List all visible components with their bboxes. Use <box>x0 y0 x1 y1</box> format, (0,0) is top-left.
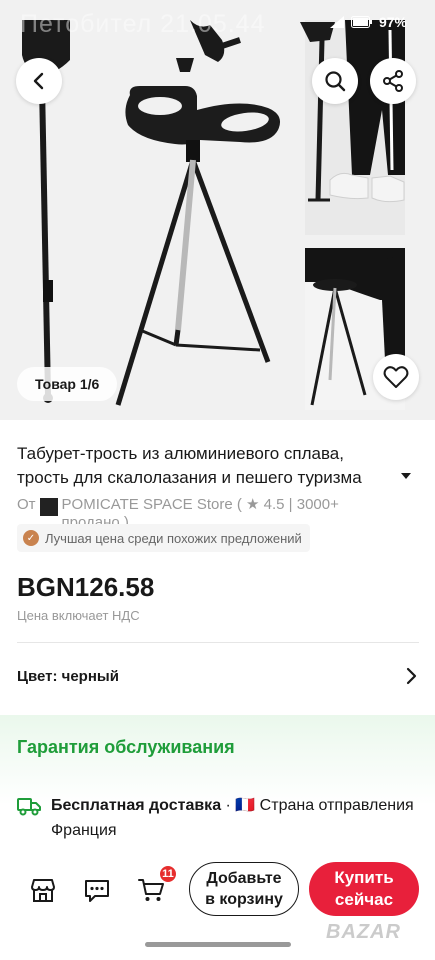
buy-now-button[interactable]: Купить сейчас <box>309 862 419 916</box>
buy-now-line1: Купить <box>334 868 394 887</box>
search-button[interactable] <box>312 58 358 104</box>
watermark: BAZAR <box>326 921 401 943</box>
divider <box>17 642 419 643</box>
add-to-cart-label: Добавьте в корзину <box>205 868 283 910</box>
chat-button[interactable] <box>81 874 113 906</box>
chat-icon <box>85 880 109 902</box>
best-price-text: Лучшая цена среди похожих предложений <box>45 530 302 546</box>
battery-icon <box>350 16 372 28</box>
buy-now-label: Купить сейчас <box>334 867 393 911</box>
add-to-cart-line2: в корзину <box>205 891 283 908</box>
favorite-button[interactable] <box>373 354 419 400</box>
best-price-badge: ✓ Лучшая цена среди похожих предложений <box>17 524 310 552</box>
store-icon <box>31 879 55 902</box>
chevron-right-icon <box>406 667 417 685</box>
search-icon <box>325 71 346 92</box>
store-name-rating: POMICATE SPACE Store ( ★ 4.5 | 3000+ про… <box>61 496 339 524</box>
product-image <box>22 20 405 410</box>
status-indicators: 97% <box>329 14 407 30</box>
image-pager: Товар 1/6 <box>17 367 118 401</box>
product-title-line1: Табурет-трость из алюминиевого сплава, <box>17 444 344 463</box>
status-bar: Петобител 21.05.44 97% <box>0 8 435 40</box>
service-guarantee[interactable]: Гарантия обслуживания Бесплатная доставк… <box>0 715 435 865</box>
signal-icon <box>329 16 344 28</box>
store-link[interactable]: От POMICATE SPACE Store ( ★ 4.5 | 3000+ … <box>17 496 417 524</box>
product-image-gallery[interactable]: Петобител 21.05.44 97% Товар 1/6 <box>0 0 435 420</box>
guarantee-title: Гарантия обслуживания <box>17 737 235 757</box>
back-arrow-icon <box>33 72 44 90</box>
badge-seal-icon: ✓ <box>23 530 39 546</box>
color-selector[interactable]: Цвет: черный <box>17 664 419 688</box>
status-title-overlay: Петобител 21.05.44 <box>20 10 266 38</box>
buy-now-line2: сейчас <box>334 890 394 909</box>
store-prefix: От <box>17 496 36 513</box>
store-logo <box>39 498 58 516</box>
bottom-action-bar: 11 Добавьте в корзину Купить сейчас <box>0 858 435 920</box>
battery-percent: 97% <box>378 14 407 30</box>
add-to-cart-button[interactable]: Добавьте в корзину <box>189 862 299 916</box>
heart-icon <box>383 366 409 388</box>
store-button[interactable] <box>27 874 59 906</box>
color-label: Цвет: черный <box>17 667 119 685</box>
share-icon <box>383 70 403 92</box>
delivery-truck-icon <box>17 798 41 816</box>
home-indicator[interactable] <box>145 942 291 947</box>
product-title: Табурет-трость из алюминиевого сплава, т… <box>17 442 412 490</box>
cart-count-badge: 11 <box>158 864 178 884</box>
add-to-cart-line1: Добавьте <box>206 870 282 887</box>
shipping-text: Бесплатная доставка · 🇫🇷 Страна отправле… <box>51 793 417 843</box>
product-price: BGN126.58 <box>17 572 155 602</box>
vat-note: Цена включает НДС <box>17 608 140 623</box>
back-button[interactable] <box>16 58 62 104</box>
product-title-line2: трость для скалолазания и пешего туризма <box>17 468 362 487</box>
free-shipping-label: Бесплатная доставка <box>51 797 222 814</box>
expand-title-icon[interactable] <box>400 471 412 481</box>
shipping-info: Бесплатная доставка · 🇫🇷 Страна отправле… <box>17 793 417 843</box>
share-button[interactable] <box>370 58 416 104</box>
